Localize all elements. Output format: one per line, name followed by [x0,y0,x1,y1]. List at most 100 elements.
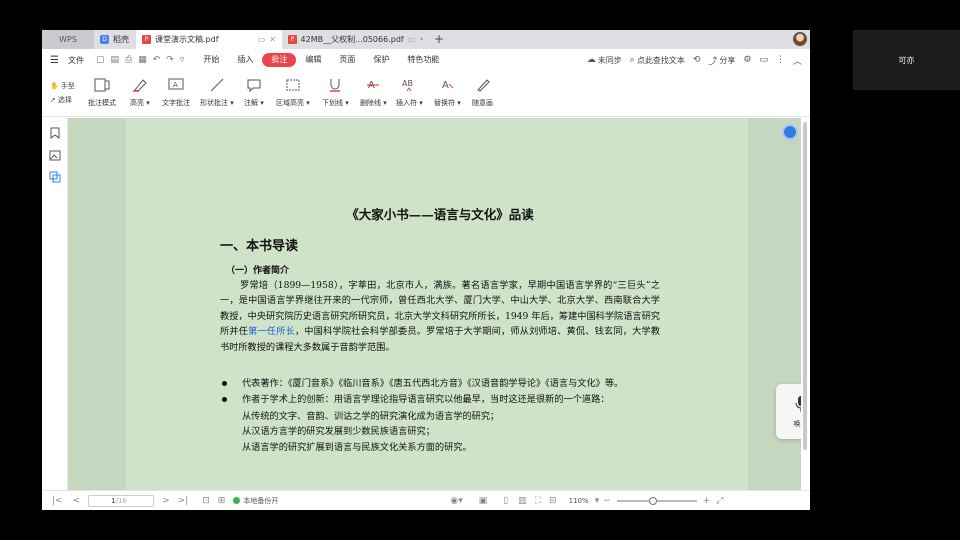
bullet-text: 代表著作：《厦门音系》《临川音系》《唐五代西北方音》《汉语音韵学导论》《语言与文… [242,378,624,389]
select-tool[interactable]: ➚ 选择 [50,93,75,107]
menu-bar: ☰ 文件 ▢ ▤ ⎙ ▦ ↶ ↷ ▿ 开始 插入 批注 编辑 页面 保护 特色功… [42,49,810,71]
zoom-slider[interactable] [616,496,697,505]
underline-button[interactable]: 下划线 ▾ [322,77,349,108]
hand-tool[interactable]: ✋ 手型 [50,79,75,93]
history-icon[interactable]: ⟲ [693,55,701,65]
annotate-mode-label: 批注模式 [88,99,116,107]
redo-icon[interactable]: ↷ [166,55,174,65]
strikethrough-text: 删除线 [360,99,381,107]
bullet-list: 代表著作：《厦门音系》《临川音系》《唐五代西北方音》《汉语音韵学导论》《语言与文… [220,376,660,455]
menu-right: ☁ 未同步 ⌕ 点此查找文本 ⟲ ⤴ 分享 ⚙ ▭ ⋮ ︿ [587,49,802,71]
zoom-in-icon[interactable]: + [703,496,711,506]
read-mode-icon[interactable]: ▣ [479,496,488,506]
last-page-icon[interactable]: >| [178,496,189,506]
insert-mark-button[interactable]: AB 插入符 ▾ [396,77,423,108]
menu-page[interactable]: 页面 [330,53,364,67]
save-icon[interactable]: ▤ [111,55,120,65]
single-page-icon[interactable]: ▯ [503,496,508,506]
search-icon[interactable]: ⌕ [630,55,635,65]
participant-label: 可亦 [853,30,960,90]
menu-edit[interactable]: 编辑 [296,53,330,67]
para-link[interactable]: 第一任所长 [248,326,295,337]
select-label: 选择 [57,96,72,104]
menu-annotate[interactable]: 批注 [262,53,297,67]
freehand-button[interactable]: 随意画 [472,77,493,108]
tab-dock[interactable]: D 稻壳 [94,30,136,49]
zoom-value[interactable]: 110% [569,497,589,505]
bullet-text: 作者于学术上的创新：用语言学理论指导语言研究以他最早，当时这还是很新的一个道路： [242,394,610,406]
scrollbar-thumb[interactable] [803,122,807,450]
comment-icon[interactable]: ▭ [759,55,768,65]
menu-insert[interactable]: 插入 [228,53,262,67]
print-icon[interactable]: ⎙ [125,55,132,65]
pdf-icon: P [142,35,151,44]
first-page-icon[interactable]: |< [52,496,63,506]
window-restore-icon[interactable]: ▭ [408,35,416,44]
next-page-icon[interactable]: > [162,496,170,506]
annotate-mode-button[interactable]: 批注模式 [88,77,116,108]
area-highlight-label: 区域高亮 ▾ [276,99,310,107]
highlight-button[interactable]: 高亮 ▾ [130,77,150,108]
copy-pages-icon[interactable] [42,166,68,188]
vertical-scrollbar[interactable] [801,118,810,490]
menu-file[interactable]: 文件 [68,55,84,66]
share-icon[interactable]: ⤴ [708,54,717,67]
cloud-sync-icon[interactable]: ☁ [587,55,596,65]
collapse-ribbon-icon[interactable]: ︿ [793,54,802,67]
fullscreen-icon[interactable]: ⤢ [716,496,723,506]
bookmark-icon[interactable] [42,122,68,144]
printer-icon[interactable]: ▦ [138,55,147,65]
search-text-button[interactable]: 点此查找文本 [637,55,685,66]
customize-icon[interactable]: ▿ [180,55,185,65]
status-bar: |< < 1/16 > >| ⊡ ⊞ 本地备份开 ◉▾ ▣ ▯ ▥ ⛶ ⊟ 11… [42,490,810,510]
share-button[interactable]: 分享 [719,55,735,66]
open-icon[interactable]: ▢ [96,55,105,65]
note-button[interactable]: 注解 ▾ [244,77,264,108]
list-item: 代表著作：《厦门音系》《临川音系》《唐五代西北方音》《汉语音韵学导论》《语言与文… [220,376,660,391]
fit-page-icon[interactable]: ⛶ [535,496,541,506]
page-number-input[interactable]: 1/16 [88,494,155,507]
total-pages: /16 [115,496,127,505]
hamburger-icon[interactable]: ☰ [50,55,64,66]
document-area[interactable]: 《大家小书——语言与文化》品读 一、本书导读 （一）作者简介 罗常培（1899—… [68,118,810,490]
tab-wps-home[interactable]: WPS [42,30,94,49]
double-page-icon[interactable]: ▥ [518,496,527,506]
undo-icon[interactable]: ↶ [153,55,161,65]
strikethrough-button[interactable]: A 删除线 ▾ [360,77,387,108]
zoom-slider-knob[interactable] [648,496,657,505]
fit-icon[interactable]: ⊡ [202,496,210,506]
sync-status[interactable]: 未同步 [598,55,622,66]
area-highlight-button[interactable]: 区域高亮 ▾ [276,77,310,108]
shape-comment-text: 形状批注 [200,99,228,107]
export-icon[interactable]: ⊞ [218,496,226,506]
close-tab-icon[interactable]: ✕ [269,35,276,44]
insert-mark-text: 插入符 [396,99,417,107]
local-backup[interactable]: 本地备份开 [233,496,278,506]
shape-comment-button[interactable]: 形状批注 ▾ [200,77,234,108]
note-icon [245,77,263,93]
avatar[interactable] [793,32,807,46]
thumbnail-icon[interactable] [42,144,68,166]
list-item: 作者于学术上的创新：用语言学理论指导语言研究以他最早，当时这还是很新的一个道路： [220,392,660,407]
settings-icon[interactable]: ⚙ [743,55,751,65]
menu-protect[interactable]: 保护 [364,53,398,67]
fit-width-icon[interactable]: ⊟ [549,496,557,506]
eye-mode-icon[interactable]: ◉▾ [450,496,462,506]
menu-features[interactable]: 特色功能 [398,53,448,67]
annotate-mode-icon [93,77,111,93]
tab-active-file[interactable]: P 课堂演示文稿.pdf ▭ ✕ [136,30,282,49]
new-tab-plus-icon[interactable]: + [430,30,448,49]
tab-second-file[interactable]: P 42MB__父权制...05066.pdf ▭ • [282,30,430,49]
floating-assistant-icon[interactable] [782,124,798,140]
menu-start[interactable]: 开始 [194,53,228,67]
text-comment-button[interactable]: A 文字批注 [162,77,190,108]
window-restore-icon[interactable]: ▭ [258,35,266,44]
sub-item: 从传统的文字、音韵、训诂之学的研究演化成为语言学的研究； [242,410,500,422]
zoom-dropdown-icon[interactable]: ▾ [595,496,600,506]
tab-active-file-label: 课堂演示文稿.pdf [155,35,219,44]
dock-icon: D [100,35,109,44]
replace-mark-button[interactable]: A 替换符 ▾ [434,77,461,108]
zoom-out-icon[interactable]: − [603,496,611,506]
prev-page-icon[interactable]: < [73,496,81,506]
more-icon[interactable]: ⋮ [776,55,785,65]
